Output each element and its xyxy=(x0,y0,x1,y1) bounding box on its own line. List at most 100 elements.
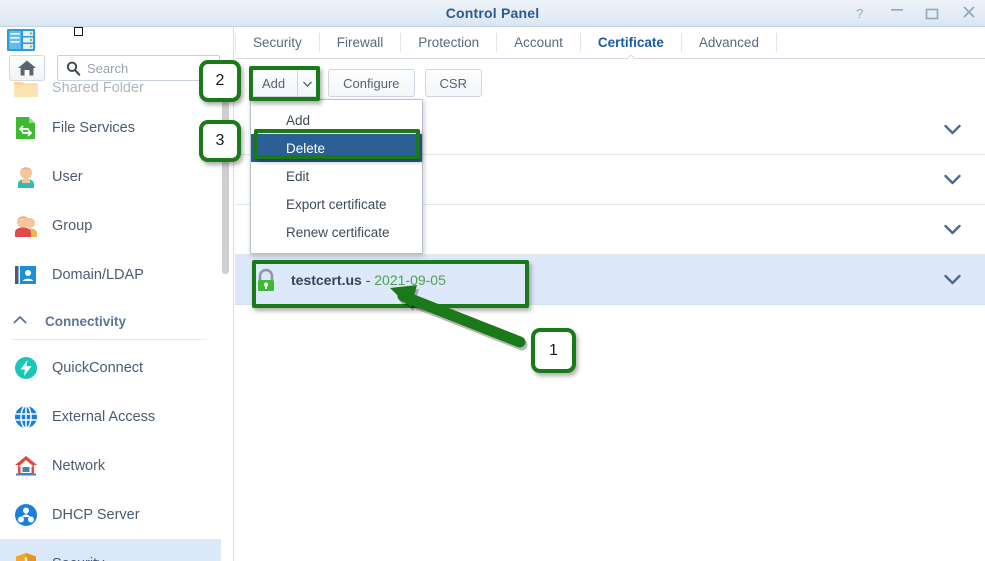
group-icon xyxy=(11,211,41,241)
sidebar-item-label: QuickConnect xyxy=(52,359,144,376)
tab-label: Firewall xyxy=(336,35,384,50)
menu-item-label: Export certificate xyxy=(286,196,387,212)
tab-label: Security xyxy=(253,35,302,50)
menu-item-label: Add xyxy=(286,112,311,128)
external-access-icon xyxy=(11,402,41,432)
file-services-icon xyxy=(11,113,41,143)
certificate-date: 2021-09-05 xyxy=(374,271,446,288)
certificate-separator: - xyxy=(365,271,371,288)
caret-down-icon xyxy=(303,74,313,92)
lock-icon xyxy=(253,267,279,293)
synology-logo-icon xyxy=(6,28,36,52)
chevron-down-icon[interactable] xyxy=(944,224,961,235)
chevron-up-icon xyxy=(13,312,31,330)
sidebar-scrollbar-thumb[interactable] xyxy=(222,84,229,274)
sidebar-group-connectivity[interactable]: Connectivity xyxy=(0,299,221,343)
close-icon xyxy=(963,6,975,18)
search-input[interactable] xyxy=(87,60,205,76)
annotation-badge-label: 2 xyxy=(215,72,225,89)
sidebar-item-security[interactable]: Security xyxy=(0,539,221,561)
tab-protection[interactable]: Protection xyxy=(401,27,496,58)
toolbar: Add Configure CSR xyxy=(249,69,482,97)
search-box[interactable] xyxy=(57,55,220,81)
add-dropdown-toggle[interactable] xyxy=(297,69,319,97)
sidebar-item-domain-ldap[interactable]: Domain/LDAP xyxy=(0,250,221,299)
window-title: Control Panel xyxy=(445,5,540,21)
sidebar-item-label: DHCP Server xyxy=(52,506,140,523)
annotation-badge-label: 3 xyxy=(215,132,225,149)
maximize-button[interactable] xyxy=(925,7,941,21)
delete-menu-item[interactable]: Delete xyxy=(251,134,422,162)
domain-ldap-icon xyxy=(11,260,41,290)
tab-security[interactable]: Security xyxy=(236,27,319,58)
annotation-badge-3: 3 xyxy=(199,120,241,162)
annotation-badge-2: 2 xyxy=(199,60,241,102)
csr-button-label: CSR xyxy=(439,75,467,91)
certificate-label: testcert.us - 2021-09-05 xyxy=(291,272,446,288)
sidebar-item-label: Domain/LDAP xyxy=(52,266,144,283)
add-menu-item[interactable]: Add xyxy=(251,106,422,134)
sidebar-item-label: Network xyxy=(52,457,106,474)
sidebar-item-group[interactable]: Group xyxy=(0,201,221,250)
svg-text:?: ? xyxy=(856,6,863,20)
tab-certificate[interactable]: Certificate xyxy=(581,27,681,59)
csr-button[interactable]: CSR xyxy=(424,69,482,97)
chevron-down-icon[interactable] xyxy=(944,174,961,185)
export-certificate-menu-item[interactable]: Export certificate xyxy=(251,190,422,218)
chevron-down-icon[interactable] xyxy=(944,124,961,135)
selected-certificate-row[interactable]: testcert.us - 2021-09-05 xyxy=(235,255,985,305)
sidebar-item-quickconnect[interactable]: QuickConnect xyxy=(0,343,221,392)
tab-label: Certificate xyxy=(597,35,664,50)
sidebar-item-network[interactable]: Network xyxy=(0,441,221,490)
window-controls: ? xyxy=(853,0,977,27)
sidebar: Shared Folder File Services User Group D… xyxy=(0,27,234,561)
tab-account[interactable]: Account xyxy=(497,27,580,58)
security-shield-icon xyxy=(11,549,41,561)
add-dropdown-menu: Add Delete Edit Export certificate Renew… xyxy=(250,99,423,254)
sidebar-item-file-services[interactable]: File Services xyxy=(0,103,221,152)
configure-button[interactable]: Configure xyxy=(328,69,415,97)
close-button[interactable] xyxy=(961,5,977,22)
divider xyxy=(775,33,777,52)
sidebar-item-label: File Services xyxy=(52,119,135,136)
edit-menu-item[interactable]: Edit xyxy=(251,162,422,190)
sidebar-item-user[interactable]: User xyxy=(0,152,221,201)
renew-certificate-menu-item[interactable]: Renew certificate xyxy=(251,218,422,246)
add-split-button[interactable]: Add xyxy=(249,69,319,97)
certificate-name: testcert.us xyxy=(291,271,362,288)
menu-item-label: Edit xyxy=(286,168,310,184)
search-icon xyxy=(66,61,81,76)
sidebar-item-label: Security xyxy=(52,556,104,561)
sidebar-item-list: Shared Folder File Services User Group D… xyxy=(0,73,221,561)
tab-firewall[interactable]: Firewall xyxy=(320,27,401,58)
sidebar-item-label: External Access xyxy=(52,408,156,425)
sidebar-item-dhcp-server[interactable]: DHCP Server xyxy=(0,490,221,539)
add-button[interactable]: Add xyxy=(249,69,298,97)
title-bar: Control Panel ? xyxy=(0,0,985,27)
divider xyxy=(13,339,207,340)
home-icon xyxy=(18,60,36,76)
sidebar-item-external-access[interactable]: External Access xyxy=(0,392,221,441)
configure-button-label: Configure xyxy=(343,75,400,91)
tab-label: Account xyxy=(514,35,563,50)
network-icon xyxy=(11,451,41,481)
quickconnect-icon xyxy=(11,353,41,383)
tab-bar: Security Firewall Protection Account Cer… xyxy=(235,27,985,59)
help-button[interactable]: ? xyxy=(853,6,869,22)
control-panel-window: Control Panel ? Shared Folder File Servi… xyxy=(0,0,985,561)
sidebar-item-label: User xyxy=(52,168,83,185)
annotation-badge-1: 1 xyxy=(531,328,576,373)
minimize-button[interactable] xyxy=(889,2,905,19)
chevron-down-icon[interactable] xyxy=(944,274,961,285)
dhcp-server-icon xyxy=(11,500,41,530)
tab-advanced[interactable]: Advanced xyxy=(682,27,776,58)
tab-label: Advanced xyxy=(698,35,759,50)
sidebar-item-label: Shared Folder xyxy=(52,80,144,96)
maximize-icon xyxy=(925,8,939,19)
mouse-cursor-marker xyxy=(74,27,83,36)
question-mark-icon: ? xyxy=(856,6,863,21)
annotation-badge-label: 1 xyxy=(549,341,558,359)
add-button-label: Add xyxy=(262,75,286,91)
home-button[interactable] xyxy=(9,55,45,81)
menu-item-label: Delete xyxy=(286,140,326,156)
